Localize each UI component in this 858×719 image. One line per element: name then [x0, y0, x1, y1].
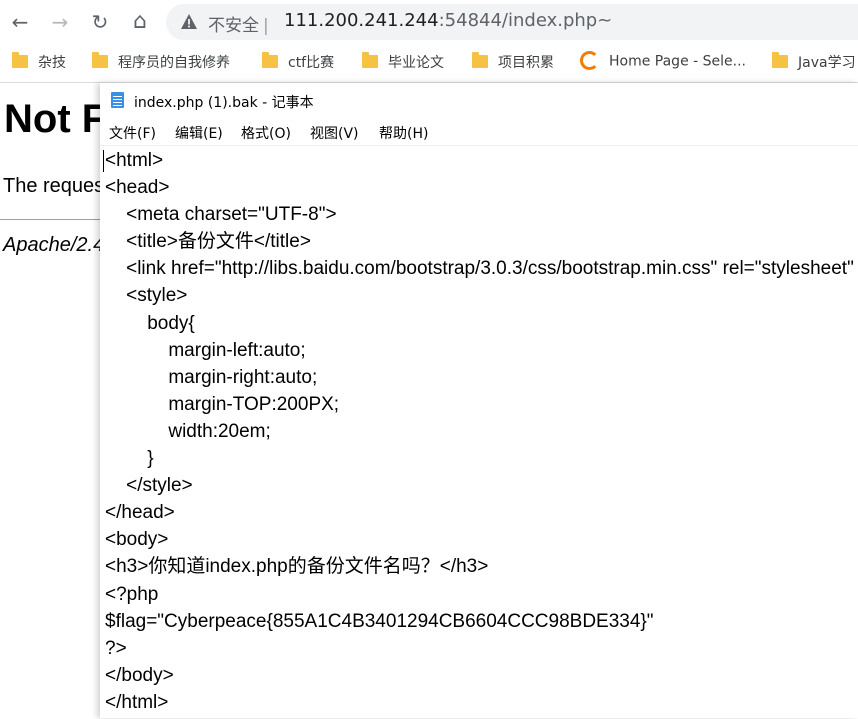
bookmark-item[interactable]: ctf比赛	[262, 51, 334, 74]
folder-icon	[92, 51, 108, 68]
folder-icon	[772, 51, 788, 68]
folder-icon	[472, 51, 488, 68]
menu-help[interactable]: 帮助(H)	[379, 123, 428, 143]
bookmark-item[interactable]: 程序员的自我修养	[92, 51, 230, 74]
text-caret	[103, 150, 104, 172]
security-label[interactable]: 不安全 |	[208, 11, 269, 36]
folder-icon	[262, 51, 278, 68]
menu-bar: 文件(F) 编辑(E) 格式(O) 视图(V) 帮助(H)	[100, 119, 858, 145]
address-bar[interactable]: 不安全 | 111.200.241.244:54844/index.php~	[166, 4, 858, 40]
notepad-window[interactable]: index.php (1).bak - 记事本 文件(F) 编辑(E) 格式(O…	[100, 83, 858, 718]
selenium-icon	[580, 51, 599, 70]
bookmark-item[interactable]: Home Page - Sele...	[580, 51, 746, 74]
url-host: 111.200.241.244	[284, 10, 439, 31]
notepad-titlebar[interactable]: index.php (1).bak - 记事本	[100, 83, 858, 119]
bookmarks-bar: 杂技 程序员的自我修养 ctf比赛 毕业论文 项目积累 Home Page - …	[0, 44, 858, 83]
menu-view[interactable]: 视图(V)	[310, 123, 359, 143]
folder-icon	[362, 51, 378, 68]
page-divider	[0, 219, 100, 220]
url-path: :54844/index.php~	[438, 10, 613, 31]
menu-file[interactable]: 文件(F)	[109, 123, 156, 143]
text-editor[interactable]: <html> <head> <meta charset="UTF-8"> <ti…	[100, 145, 858, 719]
home-icon[interactable]: ⌂	[126, 8, 154, 36]
forward-icon[interactable]: →	[46, 8, 74, 36]
url-separator: |	[263, 16, 269, 36]
folder-icon	[12, 51, 28, 68]
browser-toolbar: ← → ↻ ⌂ 不安全 | 111.200.241.244:54844/index…	[0, 0, 858, 44]
url-text[interactable]: 111.200.241.244:54844/index.php~	[284, 10, 612, 31]
warning-icon[interactable]	[180, 13, 198, 31]
bookmark-item[interactable]: 毕业论文	[362, 51, 444, 74]
bookmark-item[interactable]: Java学习	[772, 51, 856, 74]
menu-format[interactable]: 格式(O)	[241, 123, 291, 143]
menu-edit[interactable]: 编辑(E)	[175, 123, 223, 143]
notepad-icon	[111, 92, 124, 108]
reload-icon[interactable]: ↻	[86, 8, 114, 36]
window-title: index.php (1).bak - 记事本	[134, 95, 314, 111]
back-icon[interactable]: ←	[6, 8, 34, 36]
bookmark-item[interactable]: 杂技	[12, 51, 66, 74]
bookmark-item[interactable]: 项目积累	[472, 51, 554, 74]
file-content[interactable]: <html> <head> <meta charset="UTF-8"> <ti…	[105, 147, 858, 716]
